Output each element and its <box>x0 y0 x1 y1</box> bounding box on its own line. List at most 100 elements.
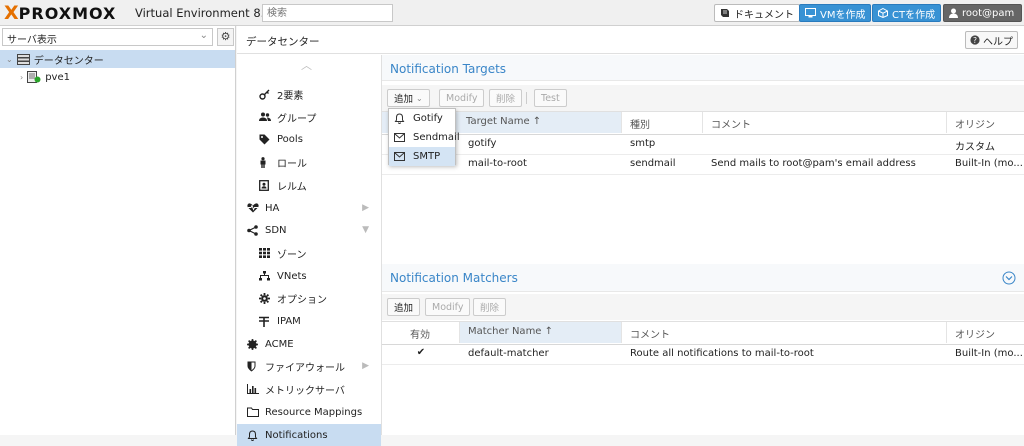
search-input[interactable] <box>262 4 393 22</box>
menu-item-smtp[interactable]: SMTP <box>389 147 455 166</box>
th-icon <box>259 248 271 258</box>
node-icon <box>27 71 41 83</box>
share-alt-icon <box>247 224 259 236</box>
chevron-right-icon[interactable]: ▶ <box>362 361 369 371</box>
nav-item-メトリックサーバ[interactable]: メトリックサーバ <box>237 378 381 400</box>
delete-label: 削除 <box>496 94 516 105</box>
target-origin-cell: カスタム <box>955 142 995 153</box>
user-label: root@pam <box>962 7 1015 19</box>
nav-item-resource-mappings[interactable]: Resource Mappings <box>237 401 381 423</box>
targets-delete-button[interactable]: 削除 <box>489 89 523 107</box>
targets-table-header: Target Name ↑ 種別 コメント オリジン <box>382 111 1024 135</box>
matchers-modify-button[interactable]: Modify <box>425 298 471 316</box>
nav-item-2要素[interactable]: 2要素 <box>237 83 381 105</box>
column-header-matcher-name[interactable]: Matcher Name ↑ <box>460 322 622 343</box>
create-vm-label: VMを作成 <box>820 9 866 21</box>
shield-icon <box>247 361 259 372</box>
target-name-cell: gotify <box>468 138 497 149</box>
ipam-icon <box>259 316 271 327</box>
nav-item-notifications[interactable]: Notifications <box>237 424 381 446</box>
column-header-comment[interactable]: コメント <box>703 112 947 133</box>
nav-item-label: 2要素 <box>277 90 304 102</box>
add-target-menu: Gotify Sendmail SMTP <box>388 108 460 166</box>
table-row[interactable]: ✔ default-matcher Route all notification… <box>382 344 1024 365</box>
nav-item-ゾーン[interactable]: ゾーン <box>237 242 381 264</box>
targets-test-button[interactable]: Test <box>534 89 567 107</box>
matchers-title: Notification Matchers <box>382 264 1024 292</box>
nav-item-label: レルム <box>277 181 307 193</box>
target-type-cell: smtp <box>630 138 656 149</box>
menu-item-sendmail[interactable]: Sendmail <box>389 128 460 147</box>
nav-item-グループ[interactable]: グループ <box>237 106 381 128</box>
targets-modify-button[interactable]: Modify <box>439 89 485 107</box>
chevron-down-icon[interactable]: ▼ <box>362 225 369 235</box>
column-header-origin[interactable]: オリジン <box>947 322 1024 343</box>
nav-item-label: IPAM <box>277 315 301 327</box>
column-header-origin[interactable]: オリジン <box>947 112 1024 133</box>
notifications-content: Notification Targets 追加 ⌄ Modify 削除 Test… <box>382 55 1024 435</box>
table-row[interactable]: gotify smtp カスタム <box>382 134 1024 155</box>
nav-item-ファイアウォール[interactable]: ファイアウォール ▶ <box>237 355 381 377</box>
tree-item-node[interactable]: › pve1 <box>0 68 235 86</box>
cube-icon <box>878 8 888 18</box>
collapse-icon[interactable] <box>1002 271 1016 285</box>
user-menu-button[interactable]: root@pam <box>943 4 1022 22</box>
create-ct-button[interactable]: CTを作成 <box>872 4 942 22</box>
chevron-down-icon: ⌄ <box>6 54 13 64</box>
chevron-right-icon[interactable]: ▶ <box>362 203 369 213</box>
table-row[interactable]: mail-to-root sendmail Send mails to root… <box>382 154 1024 175</box>
matchers-add-button[interactable]: 追加 <box>387 298 421 316</box>
nav-item-vnets[interactable]: VNets <box>237 265 381 287</box>
gear-icon[interactable]: ⚙ <box>217 28 234 46</box>
column-header-comment[interactable]: コメント <box>622 322 947 343</box>
nav-item-sdn[interactable]: SDN ▼ <box>237 219 381 241</box>
tree-item-label: データセンター <box>33 55 104 67</box>
view-selector[interactable]: サーバ表示 ⌄ <box>2 28 213 46</box>
nav-item-label: SDN <box>265 224 287 236</box>
nav-item-acme[interactable]: ACME <box>237 333 381 355</box>
modify-label: Modify <box>446 92 478 104</box>
nav-item-pools[interactable]: Pools <box>237 128 381 150</box>
nav-item-オプション[interactable]: オプション <box>237 287 381 309</box>
test-label: Test <box>541 92 560 104</box>
toolbar-separator <box>526 92 527 104</box>
column-header-enabled[interactable]: 有効 <box>382 322 460 343</box>
column-header-type[interactable]: 種別 <box>622 112 703 133</box>
nav-item-label: ロール <box>277 158 307 170</box>
top-bar: X PROXMOX Virtual Environment 8.1.4 ドキュメ… <box>0 0 1024 26</box>
question-circle-icon: ? <box>970 35 980 45</box>
matcher-name-cell: default-matcher <box>468 348 549 359</box>
documentation-button[interactable]: ドキュメント <box>714 4 800 22</box>
target-comment-cell <box>703 134 947 153</box>
nav-item-ha[interactable]: HA ▶ <box>237 197 381 219</box>
desktop-icon <box>805 8 816 18</box>
create-vm-button[interactable]: VMを作成 <box>799 4 872 22</box>
help-label: ヘルプ <box>983 36 1013 48</box>
sitemap-icon <box>259 271 271 281</box>
user-icon <box>949 8 958 18</box>
chevron-up-icon[interactable]: ︿ <box>301 57 312 73</box>
proxmox-logo: X PROXMOX <box>4 2 116 24</box>
matchers-table-header: 有効 Matcher Name ↑ コメント オリジン <box>382 321 1024 345</box>
documentation-label: ドキュメント <box>734 9 794 21</box>
nav-item-ipam[interactable]: IPAM <box>237 310 381 332</box>
targets-add-button[interactable]: 追加 ⌄ <box>387 89 430 107</box>
nav-item-label: Notifications <box>265 429 328 441</box>
target-origin-cell: Built-In (mo... <box>955 158 1023 169</box>
chevron-down-icon: ⌄ <box>416 93 423 103</box>
key-icon <box>259 89 271 100</box>
menu-item-gotify[interactable]: Gotify <box>389 109 455 128</box>
nav-item-レルム[interactable]: レルム <box>237 174 381 196</box>
bar-chart-icon <box>247 384 259 394</box>
help-button[interactable]: ? ヘルプ <box>965 31 1018 49</box>
nav-item-label: VNets <box>277 270 307 282</box>
modify-label: Modify <box>432 301 464 313</box>
breadcrumb: データセンター <box>237 26 1024 54</box>
nav-item-label: HA <box>265 202 280 214</box>
nav-item-ロール[interactable]: ロール <box>237 151 381 173</box>
matchers-delete-button[interactable]: 削除 <box>473 298 507 316</box>
tree-item-datacenter[interactable]: ⌄ データセンター <box>0 50 235 68</box>
targets-title: Notification Targets <box>382 55 1024 81</box>
nav-item-label: グループ <box>277 113 317 125</box>
nav-item-label: ファイアウォール <box>265 362 345 374</box>
